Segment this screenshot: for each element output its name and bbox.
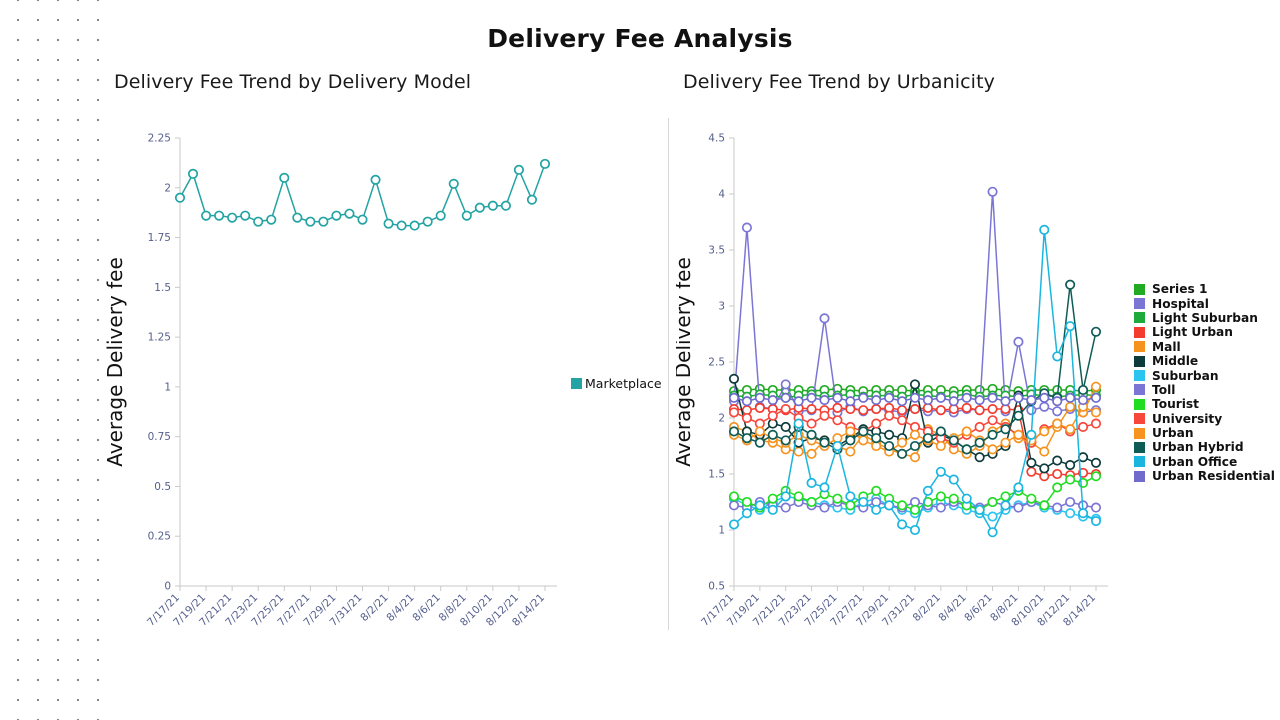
legend-item-series-1[interactable]: Series 1: [1134, 282, 1275, 296]
svg-text:1.75: 1.75: [148, 232, 171, 244]
svg-text:8/4/21: 8/4/21: [384, 592, 416, 624]
legend-item-urban-residential[interactable]: Urban Residential: [1134, 469, 1275, 483]
svg-text:Average Delivery fee: Average Delivery fee: [103, 257, 127, 467]
legend-item-middle[interactable]: Middle: [1134, 354, 1275, 368]
svg-text:1.5: 1.5: [708, 469, 725, 481]
legend-swatch-light-urban: [1134, 326, 1145, 338]
legend-swatch-tourist: [1134, 398, 1145, 410]
left-chart-title: Delivery Fee Trend by Delivery Model: [114, 71, 472, 93]
dot-grid-decoration: [0, 0, 106, 720]
left-chart-canvas: 00.250.50.7511.251.51.7522.257/17/217/19…: [103, 133, 557, 629]
legend-item-university[interactable]: University: [1134, 412, 1275, 426]
right-chart-canvas: 0.511.522.533.544.57/17/217/19/217/21/21…: [676, 133, 1108, 629]
legend-label-urban-hybrid: Urban Hybrid: [1152, 440, 1244, 455]
svg-text:0: 0: [164, 581, 171, 593]
svg-text:2: 2: [718, 413, 725, 425]
svg-text:0.5: 0.5: [708, 581, 725, 593]
legend-label-mall: Mall: [1152, 339, 1181, 354]
legend-label-marketplace: Marketplace: [585, 376, 662, 391]
legend-label-university: University: [1152, 411, 1223, 426]
svg-text:2: 2: [164, 182, 171, 194]
series-marketplace: [174, 158, 551, 231]
svg-text:8/6/21: 8/6/21: [410, 592, 442, 624]
legend-swatch-hospital: [1134, 298, 1145, 310]
legend-item-urban-hybrid[interactable]: Urban Hybrid: [1134, 440, 1275, 454]
panel-divider: [668, 118, 669, 630]
legend-label-middle: Middle: [1152, 354, 1199, 369]
legend-item-light-urban[interactable]: Light Urban: [1134, 325, 1275, 339]
legend-label-urban: Urban: [1152, 426, 1194, 441]
svg-text:1: 1: [718, 525, 725, 537]
legend-item-urban-office[interactable]: Urban Office: [1134, 455, 1275, 469]
legend-label-series-1: Series 1: [1152, 282, 1208, 297]
svg-text:8/4/21: 8/4/21: [936, 592, 968, 624]
svg-text:1: 1: [164, 381, 171, 393]
legend-item-hospital[interactable]: Hospital: [1134, 296, 1275, 311]
legend-item-suburban[interactable]: Suburban: [1134, 368, 1275, 383]
svg-text:4: 4: [718, 189, 725, 201]
svg-text:3: 3: [718, 301, 725, 313]
legend-swatch-light-suburban: [1134, 312, 1145, 324]
legend-swatch-middle: [1134, 355, 1145, 367]
svg-text:0.5: 0.5: [154, 481, 171, 493]
right-chart-title: Delivery Fee Trend by Urbanicity: [683, 71, 995, 93]
legend-label-light-urban: Light Urban: [1152, 325, 1233, 340]
page-title: Delivery Fee Analysis: [487, 24, 793, 53]
legend-item-mall[interactable]: Mall: [1134, 340, 1275, 354]
legend-swatch-urban: [1134, 427, 1145, 439]
legend-swatch-urban-office: [1134, 456, 1145, 468]
svg-text:0.25: 0.25: [148, 531, 171, 543]
legend-swatch-marketplace: [571, 378, 582, 389]
legend-swatch-mall: [1134, 341, 1145, 353]
legend-swatch-toll: [1134, 384, 1145, 396]
svg-text:2.25: 2.25: [148, 133, 171, 145]
legend-label-tourist: Tourist: [1152, 397, 1200, 412]
legend-swatch-series-1: [1134, 283, 1145, 295]
legend-label-hospital: Hospital: [1152, 296, 1209, 311]
legend-swatch-urban-residential: [1134, 470, 1145, 482]
left-chart-legend[interactable]: Marketplace: [571, 376, 662, 391]
svg-text:8/2/21: 8/2/21: [358, 592, 390, 624]
svg-text:8/2/21: 8/2/21: [911, 592, 943, 624]
legend-swatch-suburban: [1134, 370, 1145, 382]
svg-text:1.25: 1.25: [148, 332, 171, 344]
legend-swatch-urban-hybrid: [1134, 441, 1145, 453]
legend-label-urban-residential: Urban Residential: [1152, 469, 1275, 484]
svg-text:2.5: 2.5: [708, 357, 725, 369]
legend-label-urban-office: Urban Office: [1152, 454, 1238, 469]
svg-text:4.5: 4.5: [708, 133, 725, 145]
legend-item-light-suburban[interactable]: Light Suburban: [1134, 311, 1275, 325]
legend-swatch-university: [1134, 413, 1145, 425]
legend-label-toll: Toll: [1152, 382, 1176, 397]
right-chart-legend[interactable]: Series 1 Hospital Light Suburban Light Urba…: [1134, 282, 1275, 483]
legend-item-urban[interactable]: Urban: [1134, 426, 1275, 440]
svg-text:8/6/21: 8/6/21: [962, 592, 994, 624]
legend-label-suburban: Suburban: [1152, 368, 1219, 383]
svg-text:0.75: 0.75: [148, 431, 171, 443]
svg-text:3.5: 3.5: [708, 245, 725, 257]
legend-label-light-suburban: Light Suburban: [1152, 310, 1258, 325]
legend-item-toll[interactable]: Toll: [1134, 383, 1275, 397]
svg-text:1.5: 1.5: [154, 282, 171, 294]
svg-text:Average Delivery fee: Average Delivery fee: [676, 257, 695, 467]
legend-item-tourist[interactable]: Tourist: [1134, 397, 1275, 411]
